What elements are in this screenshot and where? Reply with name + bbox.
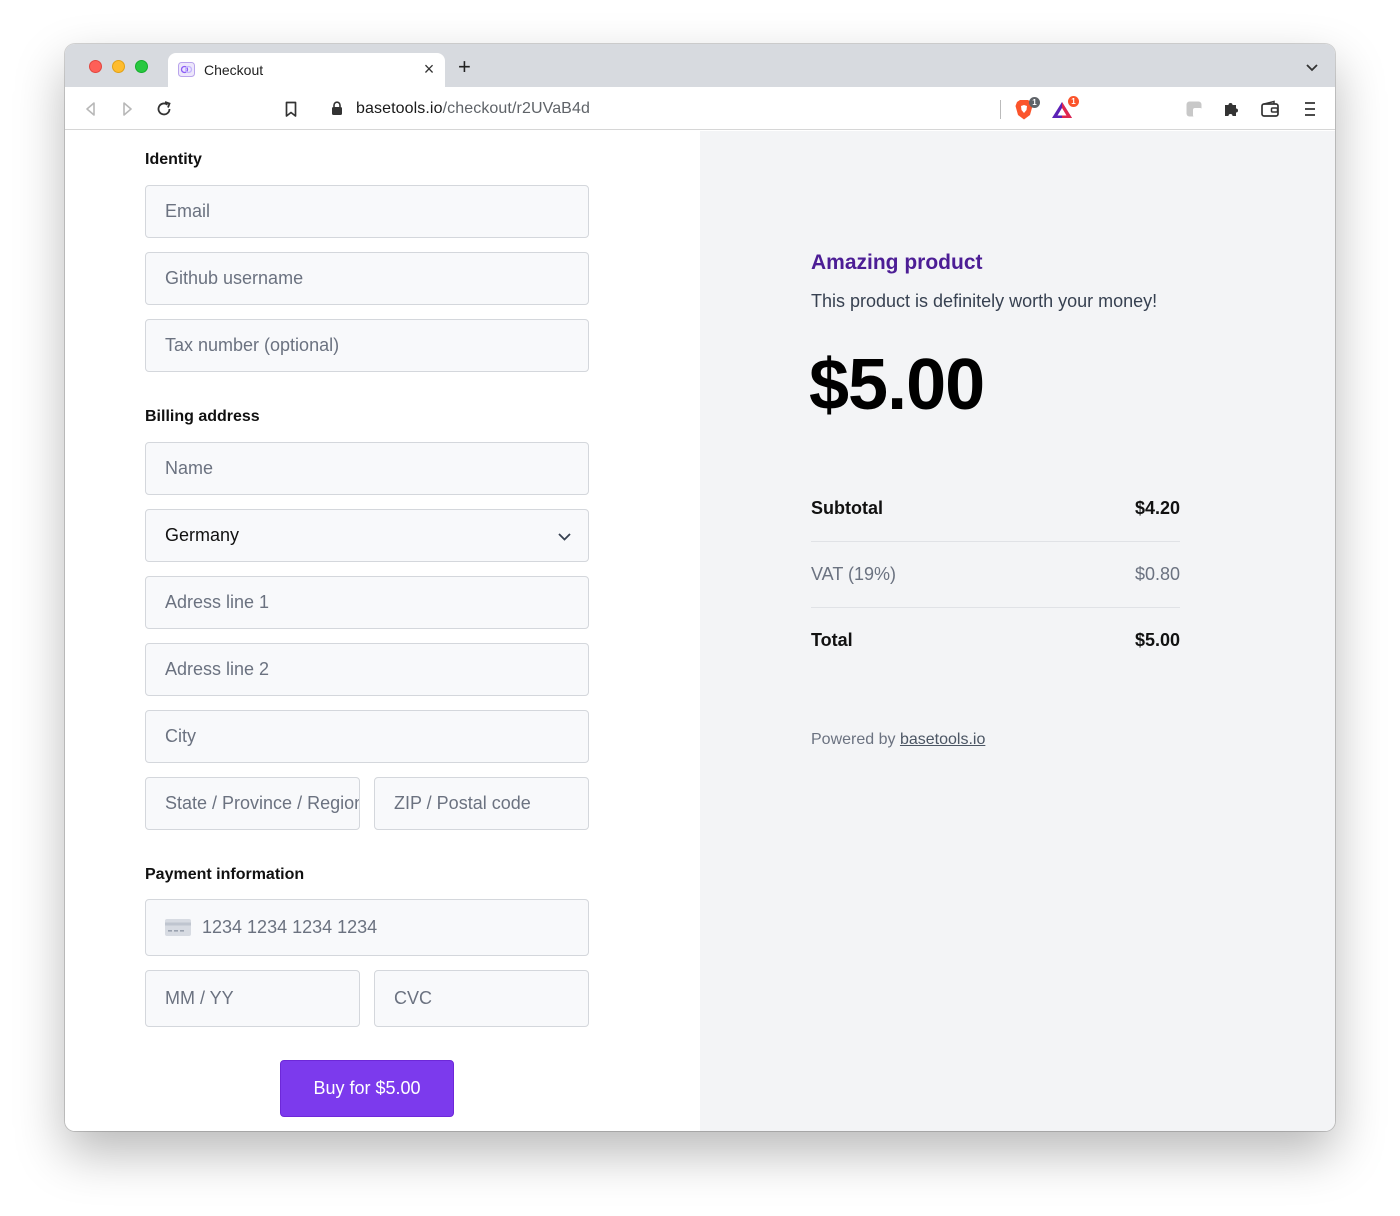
new-tab-button[interactable]: +: [458, 56, 471, 78]
address-line-1-field[interactable]: Adress line 1: [145, 576, 589, 629]
card-number-field[interactable]: 1234 1234 1234 1234: [145, 899, 589, 956]
minimize-window-button[interactable]: [112, 60, 125, 73]
address-line-2-field[interactable]: Adress line 2: [145, 643, 589, 696]
order-summary: Amazing product This product is definite…: [700, 131, 1335, 1131]
subtotal-label: Subtotal: [811, 498, 883, 518]
product-name: Amazing product: [811, 251, 983, 274]
product-price: $5.00: [809, 345, 985, 425]
identity-heading: Identity: [145, 151, 202, 168]
country-select[interactable]: Germany: [145, 509, 589, 562]
powered-by: Powered by basetools.io: [811, 731, 985, 749]
total-label: Total: [811, 630, 853, 650]
name-field[interactable]: Name: [145, 442, 589, 495]
checkout-form: Identity Email Github username Tax numbe…: [65, 131, 700, 1131]
forward-arrow-icon[interactable]: [117, 99, 137, 119]
url-divider: [1000, 100, 1001, 119]
url-host: basetools.io: [356, 100, 443, 117]
tab-title: Checkout: [204, 62, 264, 78]
buy-button[interactable]: Buy for $5.00: [280, 1060, 454, 1117]
reload-icon[interactable]: [154, 99, 174, 119]
vat-value: $0.80: [1134, 564, 1180, 584]
powered-by-text: Powered by: [811, 731, 896, 748]
browser-window: Checkout × + basetools.io/checkout/r2UVa…: [65, 44, 1335, 1131]
basetools-link[interactable]: basetools.io: [900, 731, 985, 748]
brave-shields-badge: 1: [1029, 97, 1040, 108]
product-description: This product is definitely worth your mo…: [811, 291, 1158, 311]
lock-icon: [332, 101, 342, 115]
billing-address-heading: Billing address: [145, 408, 260, 425]
tab-close-icon[interactable]: ×: [421, 59, 437, 79]
address-bar[interactable]: basetools.io/checkout/r2UVaB4d 1 1: [317, 93, 1083, 125]
tab-checkout[interactable]: Checkout ×: [168, 53, 445, 87]
back-arrow-icon[interactable]: [81, 99, 101, 119]
payment-information-heading: Payment information: [145, 866, 305, 883]
close-window-button[interactable]: [89, 60, 102, 73]
credit-card-icon: [165, 919, 191, 936]
chevron-down-icon: [558, 533, 571, 541]
browser-toolbar: basetools.io/checkout/r2UVaB4d 1 1: [65, 87, 1335, 130]
vat-label: VAT (19%): [811, 564, 897, 584]
wallet-icon[interactable]: [1260, 99, 1280, 119]
menu-icon[interactable]: [1300, 99, 1320, 119]
card-number-placeholder: 1234 1234 1234 1234: [202, 917, 378, 937]
total-row: Total $5.00: [811, 608, 1180, 674]
url-path: /checkout/r2UVaB4d: [442, 100, 590, 117]
url-text: basetools.io/checkout/r2UVaB4d: [356, 100, 590, 118]
vat-row: VAT (19%) $0.80: [811, 542, 1180, 608]
cvc-field[interactable]: CVC: [374, 970, 589, 1027]
maximize-window-button[interactable]: [135, 60, 148, 73]
tab-strip: Checkout × +: [65, 44, 1335, 87]
expiry-field[interactable]: MM / YY: [145, 970, 360, 1027]
tax-number-field[interactable]: Tax number (optional): [145, 319, 589, 372]
subtotal-value: $4.20: [1134, 498, 1180, 518]
github-username-field[interactable]: Github username: [145, 252, 589, 305]
bookmark-icon[interactable]: [281, 99, 301, 119]
zip-field[interactable]: ZIP / Postal code: [374, 777, 589, 830]
country-select-value: Germany: [165, 525, 240, 545]
checkout-page: Identity Email Github username Tax numbe…: [65, 131, 1335, 1131]
brave-rewards-badge: 1: [1068, 96, 1079, 107]
total-value: $5.00: [1134, 630, 1180, 650]
sidebar-panel-icon[interactable]: [1184, 99, 1204, 119]
subtotal-row: Subtotal $4.20: [811, 476, 1180, 542]
city-field[interactable]: City: [145, 710, 589, 763]
basetools-favicon-icon: [178, 62, 195, 77]
email-field[interactable]: Email: [145, 185, 589, 238]
state-field[interactable]: State / Province / Region: [145, 777, 360, 830]
tab-search-chevron-icon[interactable]: [1305, 60, 1319, 74]
extensions-puzzle-icon[interactable]: [1221, 99, 1241, 119]
